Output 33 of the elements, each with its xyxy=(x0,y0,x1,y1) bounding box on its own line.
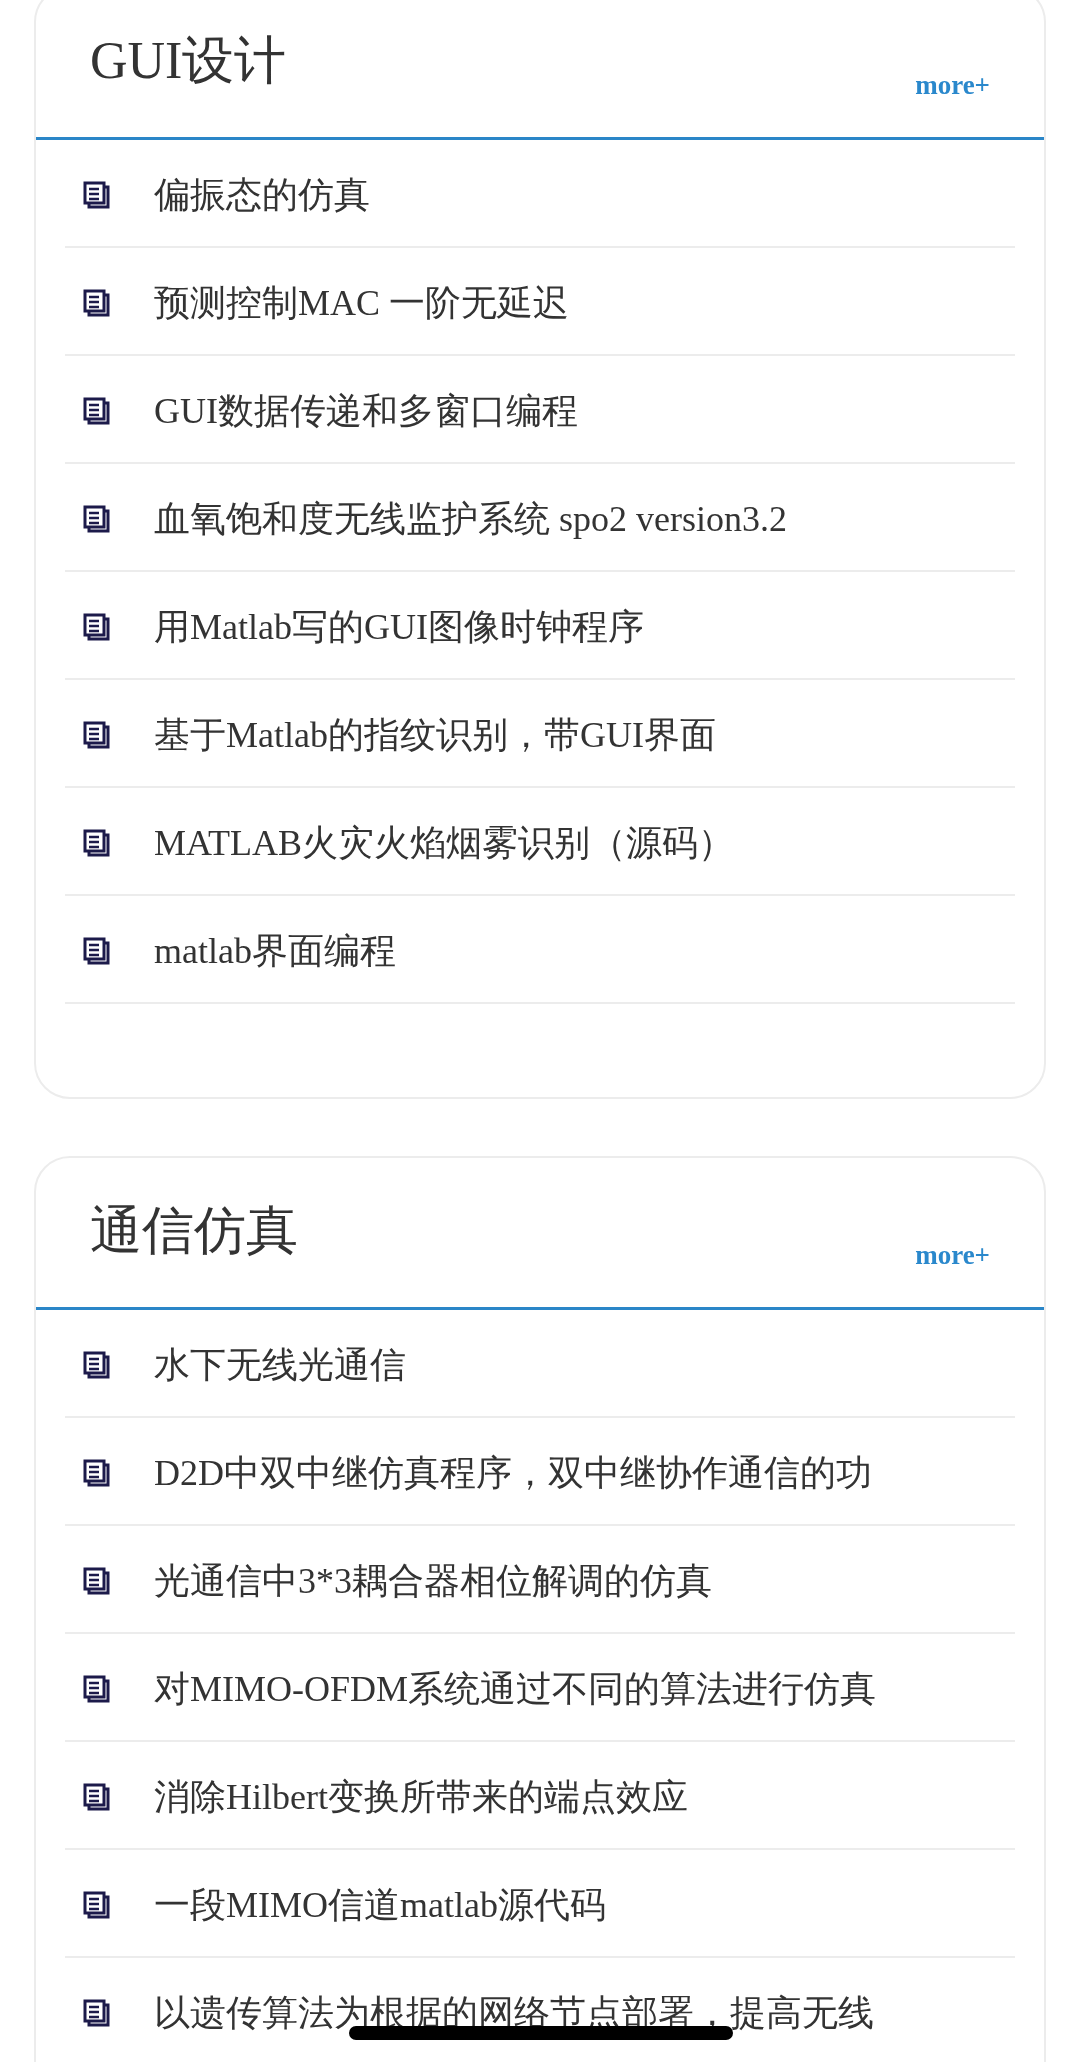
article-link[interactable]: GUI数据传递和多窗口编程 xyxy=(154,393,578,429)
article-link[interactable]: D2D中双中继仿真程序，双中继协作通信的功 xyxy=(154,1455,872,1491)
article-link[interactable]: 预测控制MAC 一阶无延迟 xyxy=(154,285,570,321)
document-icon xyxy=(82,1890,112,1920)
section-title: GUI设计 xyxy=(90,35,287,87)
article-link[interactable]: 偏振态的仿真 xyxy=(154,177,370,213)
document-icon xyxy=(82,828,112,858)
article-link[interactable]: 用Matlab写的GUI图像时钟程序 xyxy=(154,609,644,645)
document-icon xyxy=(82,1350,112,1380)
document-icon xyxy=(82,288,112,318)
more-link[interactable]: more+ xyxy=(915,1242,990,1269)
section-title: 通信仿真 xyxy=(90,1205,298,1257)
article-link[interactable]: 基于Matlab的指纹识别，带GUI界面 xyxy=(154,717,716,753)
document-icon xyxy=(82,1998,112,2028)
document-icon xyxy=(82,720,112,750)
document-icon xyxy=(82,1566,112,1596)
document-icon xyxy=(82,180,112,210)
document-icon xyxy=(82,612,112,642)
article-link[interactable]: 血氧饱和度无线监护系统 spo2 version3.2 xyxy=(154,501,787,537)
document-icon xyxy=(82,1674,112,1704)
document-icon xyxy=(82,936,112,966)
article-link[interactable]: 对MIMO-OFDM系统通过不同的算法进行仿真 xyxy=(154,1671,877,1707)
article-link[interactable]: 水下无线光通信 xyxy=(154,1347,406,1383)
document-icon xyxy=(82,1458,112,1488)
more-link[interactable]: more+ xyxy=(915,72,990,99)
document-icon xyxy=(82,396,112,426)
document-icon xyxy=(82,504,112,534)
article-link[interactable]: 消除Hilbert变换所带来的端点效应 xyxy=(154,1779,688,1815)
document-icon xyxy=(82,1782,112,1812)
article-link[interactable]: 光通信中3*3耦合器相位解调的仿真 xyxy=(154,1563,712,1599)
article-link[interactable]: 一段MIMO信道matlab源代码 xyxy=(154,1887,606,1923)
article-link[interactable]: matlab界面编程 xyxy=(154,933,396,969)
article-link[interactable]: MATLAB火灾火焰烟雾识别（源码） xyxy=(154,825,734,861)
